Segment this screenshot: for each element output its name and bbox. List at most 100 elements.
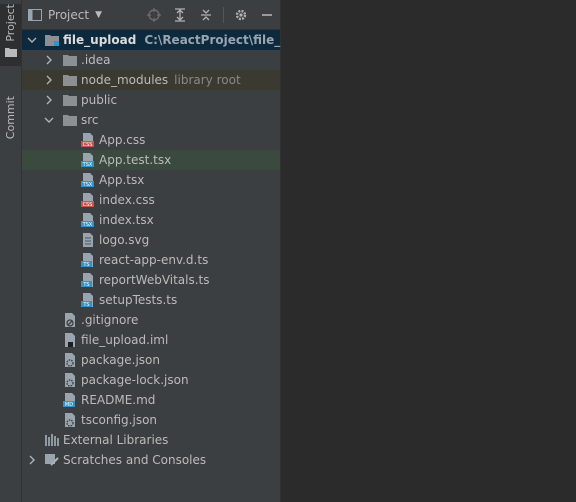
tree-item-label: index.tsx [99, 213, 154, 227]
tree-item-node-modules[interactable]: node_modules library root [22, 70, 280, 90]
iml-file-icon [65, 333, 75, 347]
tree-item-app-tsx[interactable]: TSX App.tsx [22, 170, 280, 190]
project-toolbar: Project ▼ [22, 0, 280, 30]
module-folder-icon [45, 35, 59, 46]
tree-item-app-css[interactable]: CSS App.css [22, 130, 280, 150]
tree-item-logo-svg[interactable]: logo.svg [22, 230, 280, 250]
svg-text:TSX: TSX [82, 222, 93, 228]
project-tab-label: Project [4, 4, 17, 42]
css-file-icon: CSS [81, 193, 94, 208]
ts-file-icon: TS [81, 273, 93, 288]
scratches-icon [45, 454, 59, 466]
tree-item-label: App.test.tsx [99, 153, 172, 167]
svg-text:TS: TS [82, 282, 89, 288]
project-tree: file_upload C:\ReactProject\file_upload .… [22, 30, 326, 470]
tree-root-row[interactable]: file_upload C:\ReactProject\file_upload [22, 30, 326, 50]
chevron-down-icon: ▼ [95, 9, 102, 20]
tree-item-index-tsx[interactable]: TSX index.tsx [22, 210, 280, 230]
svg-text:CSS: CSS [83, 202, 93, 208]
library-icon [45, 434, 59, 446]
library-root-hint: library root [174, 73, 241, 87]
tsx-file-icon: TSX [81, 173, 94, 188]
json-file-icon [65, 373, 75, 387]
tree-item-label: App.css [99, 133, 146, 147]
project-panel: Project ▼ file_upload C:\ReactProject\fi… [22, 0, 326, 502]
tree-item-readme[interactable]: MD README.md [22, 390, 280, 410]
chevron-right-icon[interactable] [44, 55, 54, 65]
tree-item-label: file_upload.iml [81, 333, 169, 347]
tree-item-label: reportWebVitals.ts [99, 273, 210, 287]
project-view-selector[interactable]: Project ▼ [28, 8, 102, 22]
markdown-file-icon: MD [63, 393, 75, 408]
chevron-right-icon[interactable] [44, 95, 54, 105]
tree-item-label: package.json [81, 353, 161, 367]
tree-item-src[interactable]: src [22, 110, 280, 130]
tree-item-idea[interactable]: .idea [22, 50, 280, 70]
folder-icon [4, 47, 17, 57]
tree-item-react-app-env[interactable]: TS react-app-env.d.ts [22, 250, 280, 270]
tree-item-label: README.md [81, 393, 156, 407]
tree-item-report-web-vitals[interactable]: TS reportWebVitals.ts [22, 270, 280, 290]
editor-area[interactable] [281, 0, 576, 502]
tree-item-label: .gitignore [81, 313, 139, 327]
tree-item-label: App.tsx [99, 173, 145, 187]
gear-icon [235, 9, 247, 20]
tree-item-label: react-app-env.d.ts [99, 253, 209, 267]
svg-text:CSS: CSS [83, 142, 93, 148]
tree-item-label: logo.svg [99, 233, 150, 247]
svg-text:TSX: TSX [82, 162, 93, 168]
chevron-right-icon[interactable] [44, 75, 54, 85]
locate-button[interactable] [145, 6, 163, 24]
expand-all-icon [175, 7, 185, 22]
collapse-all-icon [201, 9, 211, 20]
tree-item-label: tsconfig.json [81, 413, 158, 427]
chevron-down-icon[interactable] [27, 35, 37, 45]
tree-item-scratches[interactable]: Scratches and Consoles [22, 450, 280, 470]
svg-text:MD: MD [65, 402, 73, 408]
crosshair-icon [147, 7, 161, 22]
gitignore-file-icon [65, 313, 75, 327]
tree-item-label: External Libraries [63, 433, 169, 447]
collapse-all-button[interactable] [197, 6, 215, 24]
commit-tool-tab[interactable]: Commit [0, 96, 21, 140]
tree-item-index-css[interactable]: CSS index.css [22, 190, 280, 210]
folder-icon [63, 95, 77, 106]
tree-item-label: package-lock.json [81, 373, 189, 387]
ts-file-icon: TS [81, 293, 93, 308]
tree-item-label: setupTests.ts [99, 293, 178, 307]
tree-item-label: Scratches and Consoles [63, 453, 207, 467]
tree-item-tsconfig[interactable]: tsconfig.json [22, 410, 280, 430]
svg-text:TSX: TSX [82, 182, 93, 188]
settings-button[interactable] [232, 6, 250, 24]
tree-item-label: node_modules library root [81, 73, 241, 87]
tree-item-label: index.css [99, 193, 155, 207]
tree-item-label: public [81, 93, 118, 107]
tree-item-package-lock-json[interactable]: package-lock.json [22, 370, 280, 390]
svg-text:TS: TS [82, 262, 89, 268]
tsx-file-icon: TSX [81, 153, 94, 168]
chevron-right-icon[interactable] [27, 455, 37, 465]
hide-button[interactable] [258, 6, 276, 24]
tree-item-external-libraries[interactable]: External Libraries [22, 430, 280, 450]
minus-icon [262, 13, 272, 16]
json-file-icon [65, 353, 75, 367]
tree-item-package-json[interactable]: package.json [22, 350, 280, 370]
project-view-label: Project [48, 7, 90, 22]
tree-item-setup-tests[interactable]: TS setupTests.ts [22, 290, 280, 310]
css-file-icon: CSS [81, 133, 94, 148]
expand-all-button[interactable] [171, 6, 189, 24]
tree-item-public[interactable]: public [22, 90, 280, 110]
project-window-icon [28, 8, 42, 21]
tree-item-app-test-tsx[interactable]: TSX App.test.tsx [22, 150, 280, 170]
tree-item-file-upload-iml[interactable]: file_upload.iml [22, 330, 280, 350]
ts-file-icon: TS [81, 253, 93, 268]
folder-icon [63, 75, 77, 86]
tree-item-label: src [81, 113, 99, 127]
folder-icon [63, 55, 77, 66]
tsx-file-icon: TSX [81, 213, 94, 228]
json-file-icon [65, 413, 75, 427]
tree-item-gitignore[interactable]: .gitignore [22, 310, 280, 330]
chevron-down-icon[interactable] [44, 115, 54, 125]
tool-window-strip: Project Commit [0, 0, 22, 502]
project-tool-tab[interactable]: Project [0, 4, 21, 66]
